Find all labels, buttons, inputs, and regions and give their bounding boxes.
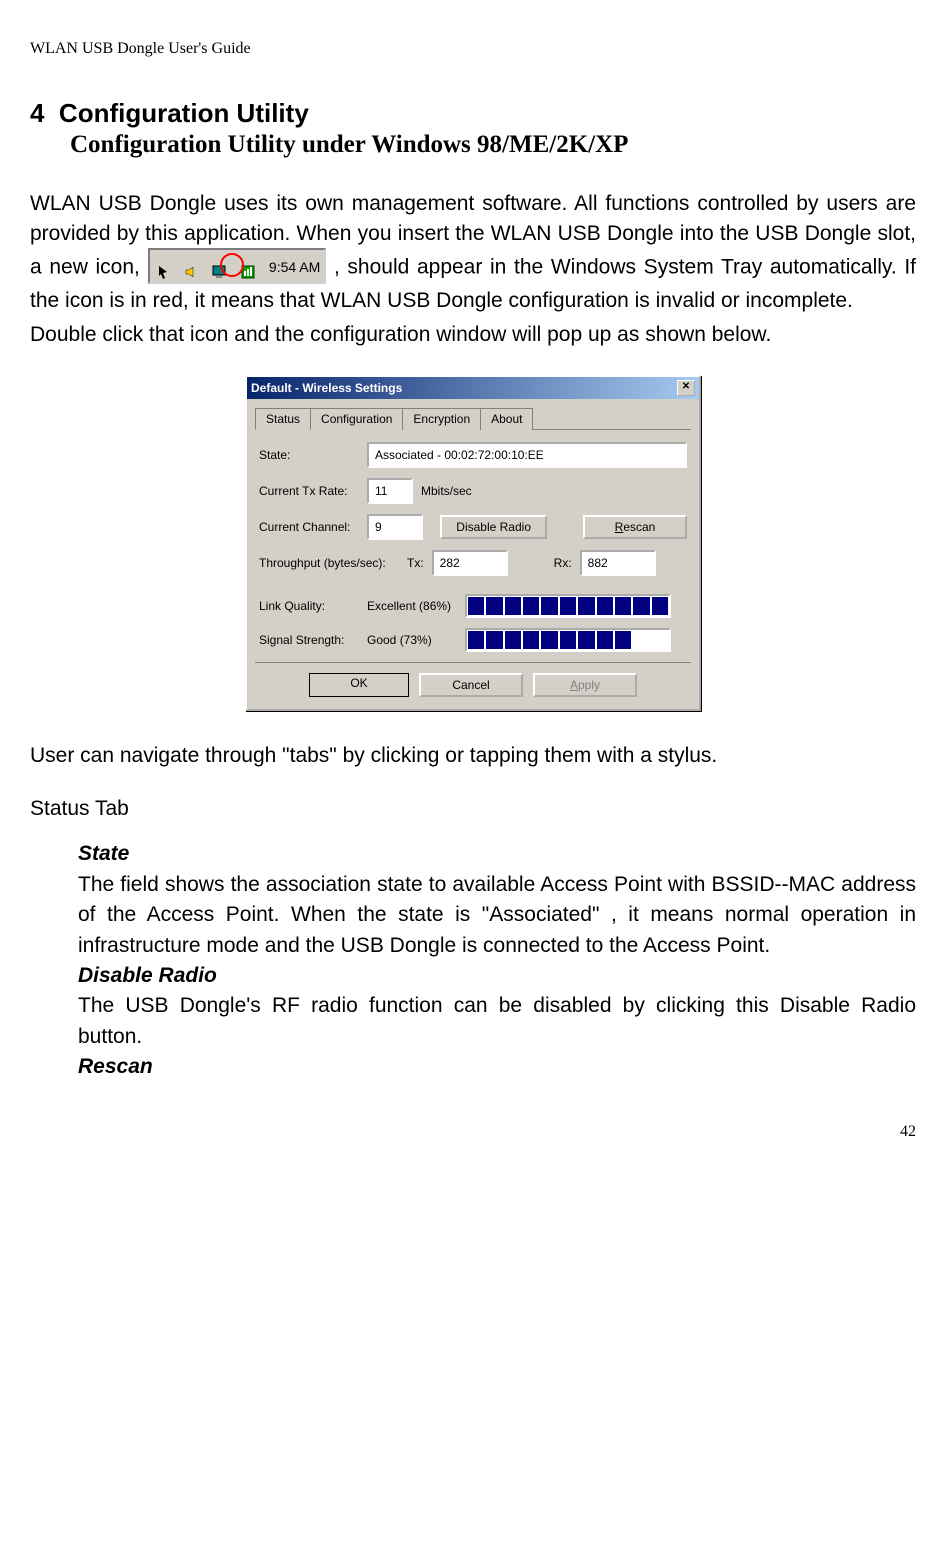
definitions: State The field shows the association st…	[78, 839, 916, 1083]
paragraph-1: WLAN USB Dongle uses its own management …	[30, 189, 916, 316]
highlight-circle-icon	[220, 253, 244, 277]
signal-strength-bar	[465, 628, 671, 652]
txrate-field: 11	[367, 478, 413, 504]
close-icon: ✕	[682, 381, 690, 392]
disable-radio-button[interactable]: Disable Radio	[440, 515, 547, 539]
state-heading: State	[78, 839, 916, 869]
pointer-icon	[157, 259, 173, 275]
systray-sample: 9:54 AM	[148, 248, 327, 284]
state-body: The field shows the association state to…	[78, 870, 916, 961]
paragraph-2: Double click that icon and the configura…	[30, 320, 916, 350]
tab-about[interactable]: About	[480, 408, 533, 430]
rescan-rest: escan	[623, 520, 655, 534]
disable-radio-heading: Disable Radio	[78, 961, 916, 991]
state-label: State:	[259, 448, 359, 462]
rx-field: 882	[580, 550, 656, 576]
paragraph-3: User can navigate through "tabs" by clic…	[30, 741, 916, 771]
tx-field: 282	[432, 550, 508, 576]
link-quality-bar	[465, 594, 671, 618]
tab-encryption[interactable]: Encryption	[402, 408, 481, 430]
apply-button[interactable]: Apply	[533, 673, 637, 697]
tab-status[interactable]: Status	[255, 408, 311, 430]
window-title: Default - Wireless Settings	[251, 381, 402, 395]
txrate-unit: Mbits/sec	[421, 484, 472, 498]
txrate-label: Current Tx Rate:	[259, 484, 359, 498]
sound-icon	[184, 259, 200, 275]
rescan-heading: Rescan	[78, 1052, 916, 1082]
wireless-settings-dialog: Default - Wireless Settings ✕ Status Con…	[245, 375, 701, 711]
channel-field: 9	[367, 514, 423, 540]
signal-strength-value: Good (73%)	[367, 633, 457, 647]
rx-label: Rx:	[554, 556, 572, 570]
signal-strength-label: Signal Strength:	[259, 633, 359, 647]
cancel-button[interactable]: Cancel	[419, 673, 523, 697]
close-button[interactable]: ✕	[677, 380, 695, 396]
titlebar: Default - Wireless Settings ✕	[247, 377, 699, 399]
section-subtitle: Configuration Utility under Windows 98/M…	[70, 131, 916, 159]
section-heading: 4 Configuration Utility	[30, 98, 916, 129]
channel-label: Current Channel:	[259, 520, 359, 534]
link-quality-label: Link Quality:	[259, 599, 359, 613]
link-quality-value: Excellent (86%)	[367, 599, 457, 613]
section-number: 4	[30, 98, 44, 128]
tray-clock: 9:54 AM	[269, 259, 320, 275]
state-field: Associated - 00:02:72:00:10:EE	[367, 442, 687, 468]
page-number: 42	[30, 1123, 916, 1141]
apply-rest: pply	[578, 678, 600, 692]
rescan-mnemonic: R	[615, 520, 624, 534]
running-header: WLAN USB Dongle User's Guide	[30, 40, 916, 58]
section-title: Configuration Utility	[59, 98, 309, 128]
disable-radio-body: The USB Dongle's RF radio function can b…	[78, 991, 916, 1052]
rescan-button[interactable]: Rescan	[583, 515, 687, 539]
throughput-label: Throughput (bytes/sec):	[259, 556, 399, 570]
ok-button[interactable]: OK	[309, 673, 409, 697]
tx-label: Tx:	[407, 556, 424, 570]
tab-configuration[interactable]: Configuration	[310, 408, 403, 430]
status-tab-heading: Status Tab	[30, 797, 916, 821]
apply-mnemonic: A	[570, 678, 578, 692]
dialog-footer: OK Cancel Apply	[255, 662, 691, 701]
tab-strip: Status Configuration Encryption About	[255, 407, 691, 430]
